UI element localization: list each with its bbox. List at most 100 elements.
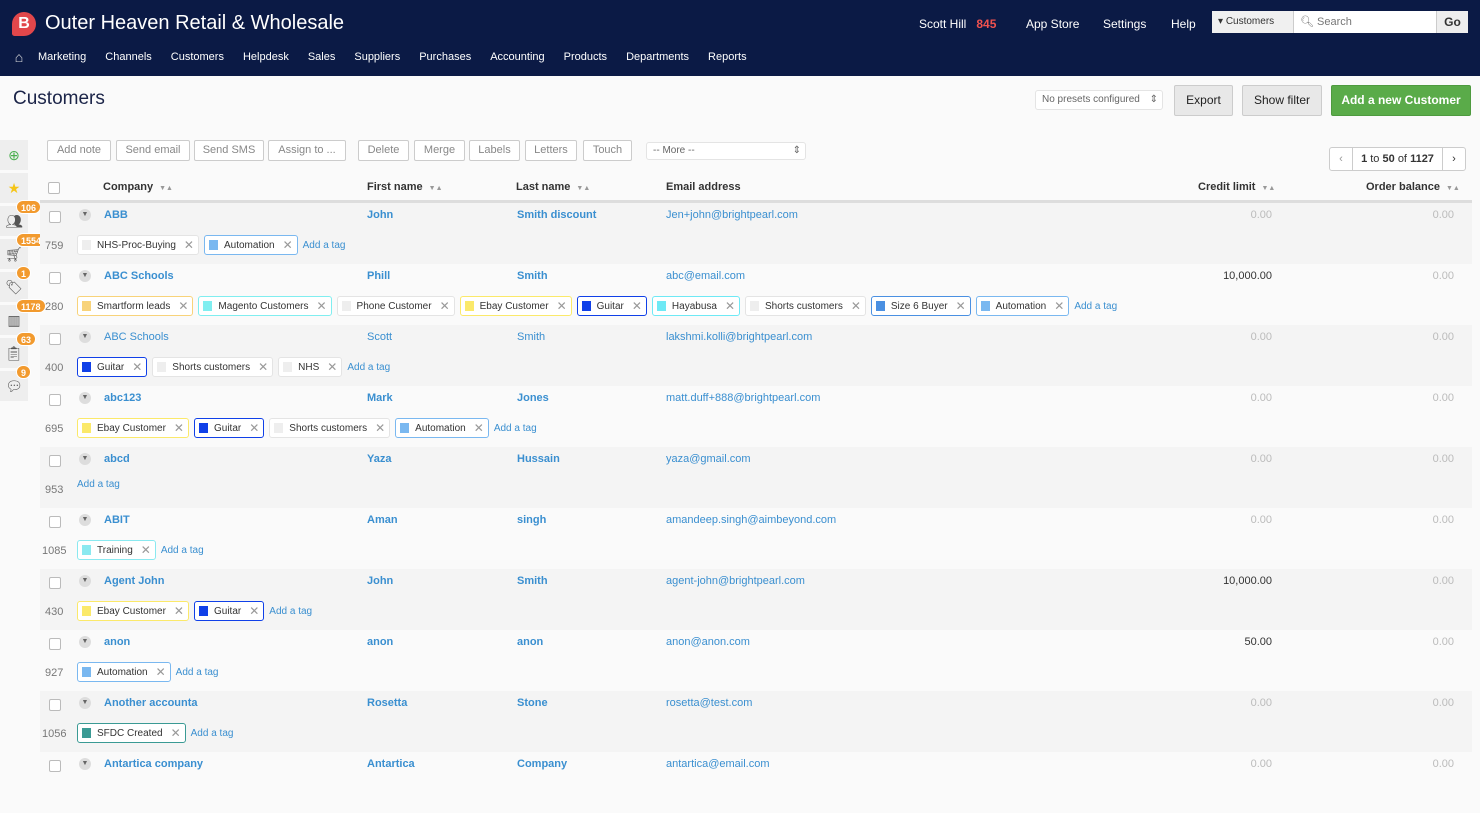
remove-tag-icon[interactable]: ✕ — [327, 360, 337, 374]
send-email-button[interactable]: Send email — [116, 140, 190, 161]
col-first-name[interactable]: First name▼▲ — [367, 181, 443, 193]
remove-tag-icon[interactable]: ✕ — [557, 299, 567, 313]
remove-tag-icon[interactable]: ✕ — [249, 421, 259, 435]
clipboard-icon[interactable]: 📋︎63 — [0, 338, 28, 368]
email-link[interactable]: amandeep.singh@aimbeyond.com — [666, 514, 836, 526]
first-name-link[interactable]: anon — [367, 636, 393, 648]
email-link[interactable]: abc@email.com — [666, 270, 745, 282]
remove-tag-icon[interactable]: ✕ — [174, 421, 184, 435]
tag-icon[interactable]: 🏷︎1 — [0, 272, 28, 302]
user-name[interactable]: Scott Hill — [919, 17, 966, 31]
prev-page-button[interactable]: ‹ — [1330, 148, 1352, 170]
row-checkbox[interactable] — [49, 394, 61, 406]
nav-sales[interactable]: Sales — [308, 51, 336, 63]
remove-tag-icon[interactable]: ✕ — [258, 360, 268, 374]
app-store-link[interactable]: App Store — [1026, 17, 1079, 31]
last-name-link[interactable]: Company — [517, 758, 567, 770]
next-page-button[interactable]: › — [1443, 148, 1465, 170]
remove-tag-icon[interactable]: ✕ — [249, 604, 259, 618]
email-link[interactable]: antartica@email.com — [666, 758, 769, 770]
email-link[interactable]: matt.duff+888@brightpearl.com — [666, 392, 820, 404]
first-name-link[interactable]: Mark — [367, 392, 393, 404]
col-email[interactable]: Email address — [666, 181, 741, 193]
row-checkbox[interactable] — [49, 272, 61, 284]
company-link[interactable]: Another accounta — [104, 697, 198, 709]
email-link[interactable]: lakshmi.kolli@brightpearl.com — [666, 331, 812, 343]
nav-purchases[interactable]: Purchases — [419, 51, 471, 63]
remove-tag-icon[interactable]: ✕ — [725, 299, 735, 313]
expand-chevron-icon[interactable]: ▼ — [79, 697, 91, 709]
company-link[interactable]: Antartica company — [104, 758, 203, 770]
nav-customers[interactable]: Customers — [171, 51, 224, 63]
chart-icon[interactable]: ▥1178 — [0, 305, 28, 335]
col-company[interactable]: Company▼▲ — [103, 181, 173, 193]
assign-to-button[interactable]: Assign to ... — [268, 140, 346, 161]
company-link[interactable]: ABC Schools — [104, 270, 174, 282]
nav-helpdesk[interactable]: Helpdesk — [243, 51, 289, 63]
remove-tag-icon[interactable]: ✕ — [956, 299, 966, 313]
expand-chevron-icon[interactable]: ▼ — [79, 758, 91, 770]
first-name-link[interactable]: Antartica — [367, 758, 415, 770]
home-icon[interactable]: ⌂ — [0, 49, 38, 65]
remove-tag-icon[interactable]: ✕ — [632, 299, 642, 313]
remove-tag-icon[interactable]: ✕ — [851, 299, 861, 313]
send-sms-button[interactable]: Send SMS — [194, 140, 264, 161]
last-name-link[interactable]: Smith — [517, 331, 545, 343]
help-link[interactable]: Help — [1171, 17, 1196, 31]
company-link[interactable]: abcd — [104, 453, 130, 465]
remove-tag-icon[interactable]: ✕ — [178, 299, 188, 313]
add-tag-link[interactable]: Add a tag — [303, 240, 346, 251]
add-icon[interactable]: ⊕ — [0, 140, 28, 170]
remove-tag-icon[interactable]: ✕ — [174, 604, 184, 618]
last-name-link[interactable]: Jones — [517, 392, 549, 404]
expand-chevron-icon[interactable]: ▼ — [79, 392, 91, 404]
last-name-link[interactable]: singh — [517, 514, 546, 526]
email-link[interactable]: Jen+john@brightpearl.com — [666, 209, 798, 221]
user-notification-count[interactable]: 845 — [976, 17, 996, 31]
email-link[interactable]: yaza@gmail.com — [666, 453, 751, 465]
favorites-star-icon[interactable]: ★ — [0, 173, 28, 203]
row-checkbox[interactable] — [49, 211, 61, 223]
last-name-link[interactable]: Stone — [517, 697, 548, 709]
search-input[interactable]: 🔍︎ Search — [1294, 11, 1436, 33]
touch-button[interactable]: Touch — [583, 140, 632, 161]
row-checkbox[interactable] — [49, 577, 61, 589]
first-name-link[interactable]: Yaza — [367, 453, 391, 465]
search-go-button[interactable]: Go — [1436, 11, 1468, 33]
remove-tag-icon[interactable]: ✕ — [1054, 299, 1064, 313]
remove-tag-icon[interactable]: ✕ — [440, 299, 450, 313]
company-link[interactable]: anon — [104, 636, 130, 648]
expand-chevron-icon[interactable]: ▼ — [79, 270, 91, 282]
expand-chevron-icon[interactable]: ▼ — [79, 331, 91, 343]
letters-button[interactable]: Letters — [525, 140, 577, 161]
nav-marketing[interactable]: Marketing — [38, 51, 86, 63]
remove-tag-icon[interactable]: ✕ — [171, 726, 181, 740]
presets-select[interactable]: No presets configured ⇕ — [1035, 90, 1163, 110]
nav-accounting[interactable]: Accounting — [490, 51, 544, 63]
first-name-link[interactable]: Phill — [367, 270, 390, 282]
first-name-link[interactable]: John — [367, 575, 393, 587]
row-checkbox[interactable] — [49, 455, 61, 467]
email-link[interactable]: rosetta@test.com — [666, 697, 752, 709]
email-link[interactable]: agent-john@brightpearl.com — [666, 575, 805, 587]
add-tag-link[interactable]: Add a tag — [161, 545, 204, 556]
contacts-icon[interactable]: 👥︎106 — [0, 206, 28, 236]
expand-chevron-icon[interactable]: ▼ — [79, 636, 91, 648]
remove-tag-icon[interactable]: ✕ — [184, 238, 194, 252]
merge-button[interactable]: Merge — [414, 140, 465, 161]
export-button[interactable]: Export — [1174, 85, 1233, 116]
nav-suppliers[interactable]: Suppliers — [354, 51, 400, 63]
row-checkbox[interactable] — [49, 638, 61, 650]
remove-tag-icon[interactable]: ✕ — [375, 421, 385, 435]
more-actions-select[interactable]: -- More --⇕ — [646, 142, 806, 160]
nav-products[interactable]: Products — [564, 51, 607, 63]
add-tag-link[interactable]: Add a tag — [77, 479, 120, 490]
show-filter-button[interactable]: Show filter — [1242, 85, 1322, 116]
row-checkbox[interactable] — [49, 760, 61, 772]
last-name-link[interactable]: anon — [517, 636, 543, 648]
expand-chevron-icon[interactable]: ▼ — [79, 575, 91, 587]
remove-tag-icon[interactable]: ✕ — [141, 543, 151, 557]
nav-channels[interactable]: Channels — [105, 51, 151, 63]
add-tag-link[interactable]: Add a tag — [269, 606, 312, 617]
row-checkbox[interactable] — [49, 699, 61, 711]
